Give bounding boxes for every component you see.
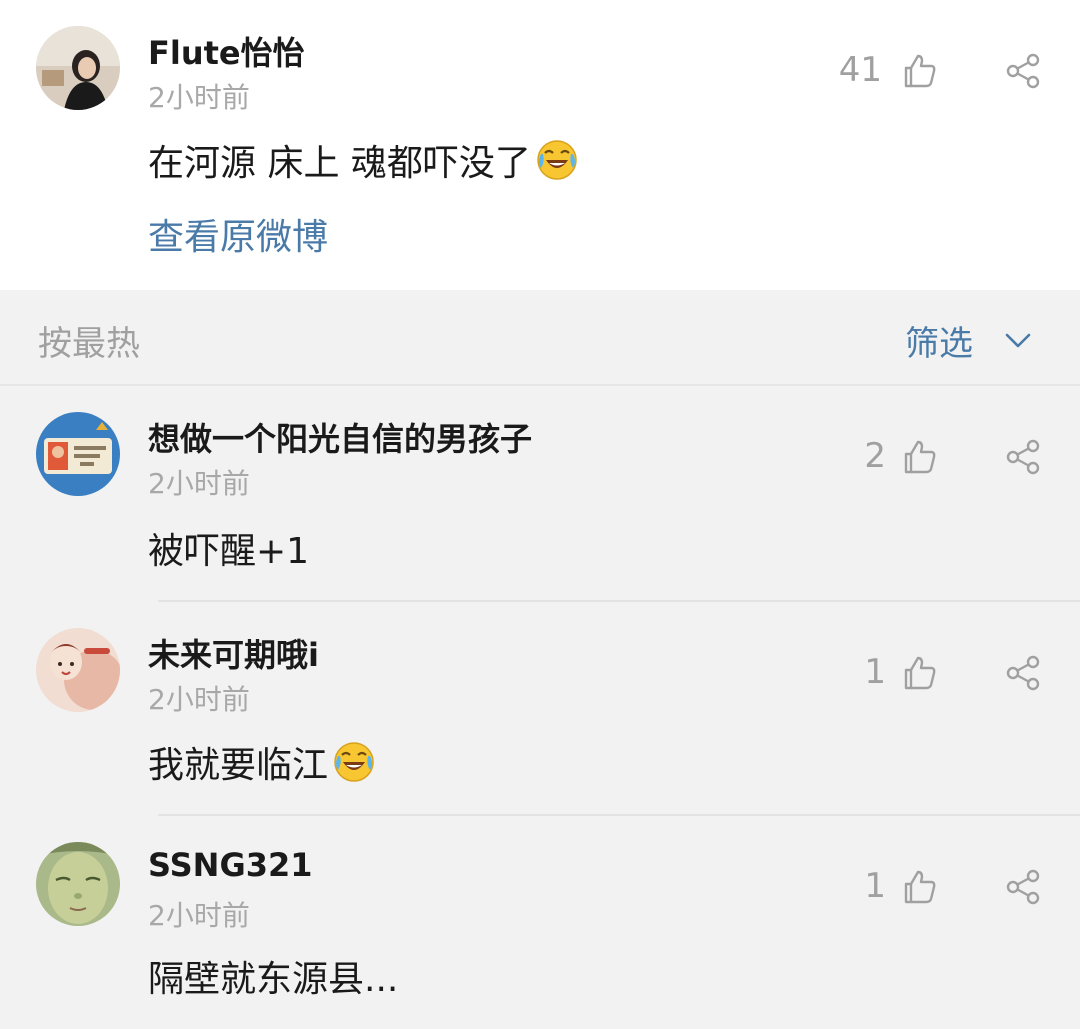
comment-item: 想做一个阳光自信的男孩子 2小时前 被吓醒+1 2: [0, 388, 1080, 602]
comment-content-text: 被吓醒+1: [148, 531, 310, 572]
thumbs-up-icon[interactable]: [900, 438, 938, 476]
laugh-cry-emoji-icon: [334, 742, 374, 782]
post-content-text: 在河源 床上 魂都吓没了: [148, 143, 531, 184]
post-username[interactable]: Flute怡怡: [148, 28, 305, 74]
thumbs-up-icon[interactable]: [900, 868, 938, 906]
share-icon[interactable]: [1004, 438, 1042, 476]
avatar[interactable]: [36, 628, 120, 712]
comment-content: 隔壁就东源县...: [148, 950, 398, 1002]
comment-timestamp: 2小时前: [148, 899, 250, 932]
thumbs-up-icon[interactable]: [900, 52, 938, 90]
avatar[interactable]: [36, 412, 120, 496]
comment-content: 被吓醒+1: [148, 522, 309, 574]
like-count: 2: [864, 436, 886, 476]
laugh-cry-emoji-icon: [537, 140, 577, 180]
comment-item: 未来可期哦i 2小时前 我就要临江 1: [0, 602, 1080, 816]
share-icon[interactable]: [1004, 654, 1042, 692]
comment-content: 我就要临江: [148, 736, 376, 788]
comment-timestamp: 2小时前: [148, 467, 250, 500]
comment-content-text: 我就要临江: [148, 745, 329, 786]
avatar[interactable]: [36, 26, 120, 110]
comment-username[interactable]: 未来可期哦i: [148, 630, 319, 676]
chevron-down-icon[interactable]: [1004, 326, 1032, 354]
avatar[interactable]: [36, 842, 120, 926]
comment-username[interactable]: SSNG321: [148, 846, 313, 884]
filter-button[interactable]: 筛选: [905, 316, 973, 365]
like-count: 1: [864, 866, 886, 906]
like-count: 1: [864, 652, 886, 692]
comment-timestamp: 2小时前: [148, 683, 250, 716]
sort-bar: 按最热 筛选: [0, 290, 1080, 386]
post-timestamp: 2小时前: [148, 81, 250, 114]
comment-item: SSNG321 2小时前 隔壁就东源县... 1: [0, 816, 1080, 1029]
sort-hot-label[interactable]: 按最热: [38, 316, 140, 365]
weibo-comments-page: Flute怡怡 2小时前 在河源 床上 魂都吓没了 查看原微博 41 按最热 筛…: [0, 0, 1080, 1029]
comment-content-text: 隔壁就东源县...: [148, 959, 399, 1000]
thumbs-up-icon[interactable]: [900, 654, 938, 692]
share-icon[interactable]: [1004, 868, 1042, 906]
view-original-link[interactable]: 查看原微博: [148, 208, 328, 260]
share-icon[interactable]: [1004, 52, 1042, 90]
like-count: 41: [838, 50, 882, 90]
comment-username[interactable]: 想做一个阳光自信的男孩子: [148, 414, 532, 460]
main-post: Flute怡怡 2小时前 在河源 床上 魂都吓没了 查看原微博 41: [0, 0, 1080, 290]
post-content: 在河源 床上 魂都吓没了: [148, 134, 579, 186]
